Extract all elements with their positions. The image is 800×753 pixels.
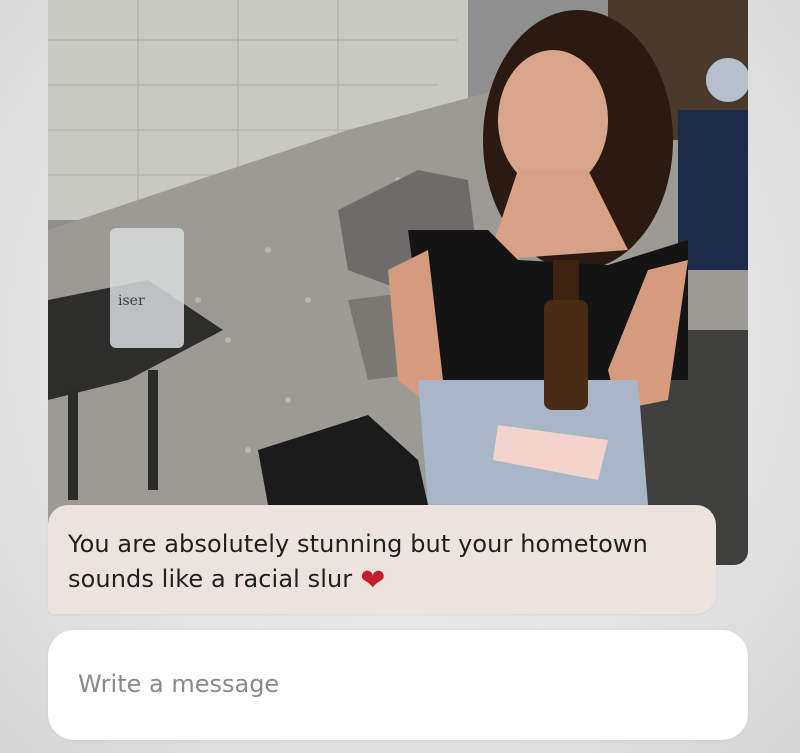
profile-photo[interactable]: iser (48, 0, 748, 565)
photo-illustration: iser (48, 0, 748, 565)
message-text: You are absolutely stunning but your hom… (68, 530, 648, 593)
message-composer (48, 630, 748, 740)
message-input[interactable] (78, 662, 708, 706)
glass-label: iser (118, 293, 145, 309)
heart-icon: ❤ (360, 563, 386, 598)
message-bubble: You are absolutely stunning but your hom… (48, 505, 716, 614)
